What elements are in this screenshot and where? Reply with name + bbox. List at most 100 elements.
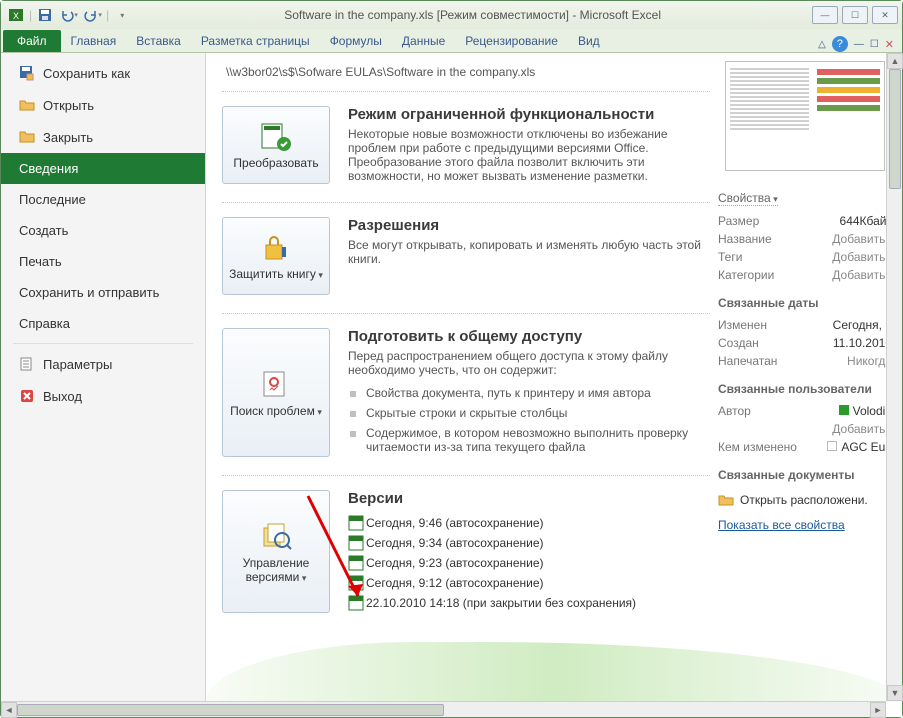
window-controls: — ☐ ✕ — [812, 6, 898, 24]
prep-title: Подготовить к общему доступу — [348, 328, 710, 345]
undo-icon[interactable]: ▾ — [58, 4, 80, 26]
protect-workbook-button[interactable]: Защитить книгу — [222, 217, 330, 295]
exit-icon — [19, 388, 35, 404]
sidebar-item-label: Последние — [19, 192, 86, 207]
compat-title: Режим ограниченной функциональности — [348, 106, 710, 123]
ribbon-window-restore-icon[interactable]: ☐ — [870, 39, 879, 50]
tab-formulas[interactable]: Формулы — [320, 30, 392, 52]
section-prepare: Поиск проблем Подготовить к общему досту… — [222, 313, 710, 475]
prop-author[interactable]: Volodin — [839, 404, 892, 418]
sidebar-item-close[interactable]: Закрыть — [1, 121, 205, 153]
versions-icon — [260, 520, 292, 552]
excel-file-icon — [348, 515, 364, 531]
excel-file-icon — [348, 555, 364, 571]
sidebar-item-new[interactable]: Создать — [1, 215, 205, 246]
sidebar-item-print[interactable]: Печать — [1, 246, 205, 277]
prop-add-title[interactable]: Добавить . — [832, 232, 892, 246]
redo-icon[interactable]: ▾ — [82, 4, 104, 26]
version-item[interactable]: Сегодня, 9:34 (автосохранение) — [348, 533, 710, 553]
excel-file-icon — [348, 595, 364, 611]
protect-button-label: Защитить книгу — [229, 267, 323, 281]
version-item[interactable]: Сегодня, 9:23 (автосохранение) — [348, 553, 710, 573]
prop-label: Теги — [718, 250, 742, 264]
prep-intro: Перед распространением общего доступа к … — [348, 349, 710, 377]
saveas-icon — [19, 65, 35, 81]
sidebar-item-exit[interactable]: Выход — [1, 380, 205, 412]
backstage-sidebar: Сохранить как Открыть Закрыть Сведения П… — [1, 53, 206, 717]
sidebar-item-open[interactable]: Открыть — [1, 89, 205, 121]
ribbon-window-close-icon[interactable]: ✕ — [885, 38, 894, 51]
sidebar-item-share[interactable]: Сохранить и отправить — [1, 277, 205, 308]
ribbon-window-min-icon[interactable]: — — [854, 39, 864, 50]
tab-home[interactable]: Главная — [61, 30, 127, 52]
scroll-left-icon[interactable]: ◄ — [1, 702, 17, 718]
excel-app-icon[interactable]: X — [5, 4, 27, 26]
vertical-scrollbar[interactable]: ▲ ▼ — [886, 53, 902, 701]
maximize-button[interactable]: ☐ — [842, 6, 868, 24]
close-window-button[interactable]: ✕ — [872, 6, 898, 24]
prop-label: Напечатан — [718, 354, 777, 368]
related-dates-heading: Связанные даты — [718, 296, 892, 310]
sidebar-item-label: Параметры — [43, 357, 112, 372]
tab-insert[interactable]: Вставка — [126, 30, 191, 52]
help-icon[interactable]: ? — [832, 36, 848, 52]
version-item[interactable]: Сегодня, 9:46 (автосохранение) — [348, 513, 710, 533]
folder-icon — [718, 492, 734, 508]
related-people-heading: Связанные пользователи — [718, 382, 892, 396]
prop-value: 644Кбайт — [840, 214, 892, 228]
excel-file-icon — [348, 535, 364, 551]
scroll-right-icon[interactable]: ► — [870, 702, 886, 718]
save-icon[interactable] — [34, 4, 56, 26]
properties-dropdown[interactable]: Свойства — [718, 191, 778, 206]
perm-body: Все могут открывать, копировать и изменя… — [348, 238, 710, 266]
minimize-button[interactable]: — — [812, 6, 838, 24]
folder-open-icon — [19, 97, 35, 113]
tab-view[interactable]: Вид — [568, 30, 610, 52]
versions-list: Сегодня, 9:46 (автосохранение) Сегодня, … — [348, 513, 710, 613]
sidebar-item-options[interactable]: Параметры — [1, 348, 205, 380]
qat-customize-icon[interactable]: ▾ — [111, 4, 133, 26]
horizontal-scrollbar[interactable]: ◄ ► — [1, 701, 886, 717]
show-all-properties-link[interactable]: Показать все свойства — [718, 508, 845, 532]
svg-text:X: X — [13, 11, 19, 21]
check-issues-button[interactable]: Поиск проблем — [222, 328, 330, 457]
ribbon-minimize-icon[interactable]: △ — [818, 39, 826, 50]
sidebar-item-info[interactable]: Сведения — [1, 153, 205, 184]
sidebar-item-label: Справка — [19, 316, 70, 331]
sidebar-item-help[interactable]: Справка — [1, 308, 205, 339]
sidebar-item-recent[interactable]: Последние — [1, 184, 205, 215]
tab-file[interactable]: Файл — [3, 30, 61, 52]
prop-add-tags[interactable]: Добавить . — [832, 250, 892, 264]
sidebar-item-label: Сохранить и отправить — [19, 285, 159, 300]
prop-label: Изменен — [718, 318, 767, 332]
ribbon-tabs: Файл Главная Вставка Разметка страницы Ф… — [1, 29, 902, 53]
prop-label: Размер — [718, 214, 759, 228]
convert-button[interactable]: Преобразовать — [222, 106, 330, 184]
compat-body: Некоторые новые возможности отключены во… — [348, 127, 710, 183]
tab-layout[interactable]: Разметка страницы — [191, 30, 320, 52]
document-thumbnail[interactable] — [725, 61, 885, 171]
version-item[interactable]: Сегодня, 9:12 (автосохранение) — [348, 573, 710, 593]
sidebar-item-label: Выход — [43, 389, 82, 404]
prop-add-author[interactable]: Добавить . — [832, 422, 892, 436]
tab-review[interactable]: Рецензирование — [455, 30, 568, 52]
tab-data[interactable]: Данные — [392, 30, 455, 52]
title-bar: X | ▾ ▾ | ▾ Software in the company.xls … — [1, 1, 902, 29]
prop-add-categories[interactable]: Добавить . — [832, 268, 892, 282]
prop-modified-by[interactable]: AGC Eur. — [827, 440, 892, 454]
open-file-location[interactable]: Открыть расположени. — [718, 488, 892, 508]
manage-versions-button[interactable]: Управление версиями — [222, 490, 330, 613]
scroll-thumb[interactable] — [889, 69, 901, 189]
scroll-up-icon[interactable]: ▲ — [887, 53, 903, 69]
sidebar-item-saveas[interactable]: Сохранить как — [1, 57, 205, 89]
prep-item: Содержимое, в котором невозможно выполни… — [348, 423, 710, 457]
sidebar-item-label: Сохранить как — [43, 66, 130, 81]
manage-versions-label: Управление версиями — [227, 556, 325, 584]
version-item[interactable]: 22.10.2010 14:18 (при закрытии без сохра… — [348, 593, 710, 613]
scroll-thumb[interactable] — [17, 704, 444, 716]
file-path: \\w3bor02\s$\Sofware EULAs\Software in t… — [222, 61, 710, 91]
check-issues-label: Поиск проблем — [230, 404, 322, 418]
scroll-down-icon[interactable]: ▼ — [887, 685, 903, 701]
prop-label: Кем изменено — [718, 440, 797, 454]
options-icon — [19, 356, 35, 372]
